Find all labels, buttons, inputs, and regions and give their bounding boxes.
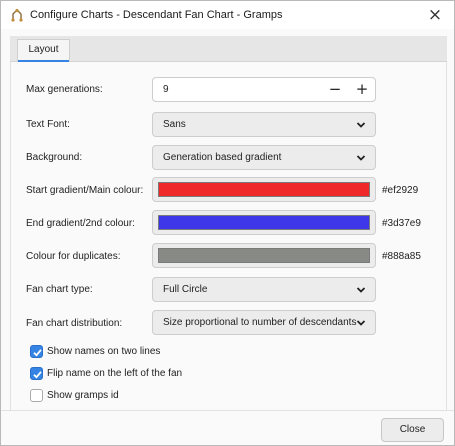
fan-distribution-value: Size proportional to number of descendan… — [163, 317, 357, 328]
flip-name-checkbox[interactable] — [30, 367, 43, 380]
duplicates-swatch — [158, 248, 370, 263]
duplicates-hex: #888a85 — [382, 251, 421, 262]
dialog-footer: Close — [1, 410, 454, 445]
fan-type-label: Fan chart type: — [26, 284, 93, 295]
show-gramps-id-checkbox[interactable] — [30, 389, 43, 402]
text-font-value: Sans — [163, 119, 186, 130]
show-gramps-id-label[interactable]: Show gramps id — [47, 390, 119, 401]
start-gradient-label: Start gradient/Main colour: — [26, 185, 144, 196]
background-label: Background: — [26, 152, 83, 163]
max-generations-value[interactable]: 9 — [163, 84, 169, 95]
chevron-down-icon — [356, 122, 366, 128]
start-gradient-color-button[interactable] — [152, 177, 376, 202]
decrement-button[interactable]: − — [321, 78, 349, 101]
layout-panel: Max generations: 9 − + Text Font: Sans B… — [10, 62, 447, 410]
fan-type-dropdown[interactable]: Full Circle — [152, 277, 376, 302]
checkmark-icon — [33, 371, 42, 379]
chevron-down-icon — [356, 155, 366, 161]
increment-button[interactable]: + — [348, 78, 376, 101]
checkmark-icon — [33, 349, 42, 357]
configure-charts-dialog: Configure Charts - Descendant Fan Chart … — [0, 0, 455, 446]
gramps-app-icon — [11, 8, 23, 22]
fan-distribution-dropdown[interactable]: Size proportional to number of descendan… — [152, 310, 376, 335]
start-gradient-hex: #ef2929 — [382, 185, 419, 196]
background-value: Generation based gradient — [163, 152, 282, 163]
duplicates-color-button[interactable] — [152, 243, 376, 268]
text-font-label: Text Font: — [26, 119, 70, 130]
end-gradient-label: End gradient/2nd colour: — [26, 218, 135, 229]
tab-layout-label: Layout — [28, 44, 59, 55]
fan-type-value: Full Circle — [163, 284, 208, 295]
show-names-two-lines-checkbox[interactable] — [30, 345, 43, 358]
max-generations-spinbutton[interactable]: 9 − + — [152, 77, 376, 102]
duplicates-label: Colour for duplicates: — [26, 251, 121, 262]
end-gradient-hex: #3d37e9 — [382, 218, 421, 229]
end-gradient-color-button[interactable] — [152, 210, 376, 235]
tab-layout[interactable]: Layout — [17, 39, 70, 62]
background-dropdown[interactable]: Generation based gradient — [152, 145, 376, 170]
window-title: Configure Charts - Descendant Fan Chart … — [30, 9, 283, 21]
chevron-down-icon — [356, 287, 366, 293]
max-generations-label: Max generations: — [26, 84, 103, 95]
titlebar: Configure Charts - Descendant Fan Chart … — [1, 1, 454, 29]
end-gradient-swatch — [158, 215, 370, 230]
show-names-two-lines-label[interactable]: Show names on two lines — [47, 346, 160, 357]
chevron-down-icon — [356, 320, 366, 326]
close-button[interactable]: Close — [381, 418, 444, 442]
start-gradient-swatch — [158, 182, 370, 197]
fan-distribution-label: Fan chart distribution: — [26, 318, 123, 329]
flip-name-label[interactable]: Flip name on the left of the fan — [47, 368, 182, 379]
text-font-dropdown[interactable]: Sans — [152, 112, 376, 137]
tab-bar: Layout — [10, 36, 447, 62]
close-window-icon[interactable]: × — [424, 5, 446, 25]
